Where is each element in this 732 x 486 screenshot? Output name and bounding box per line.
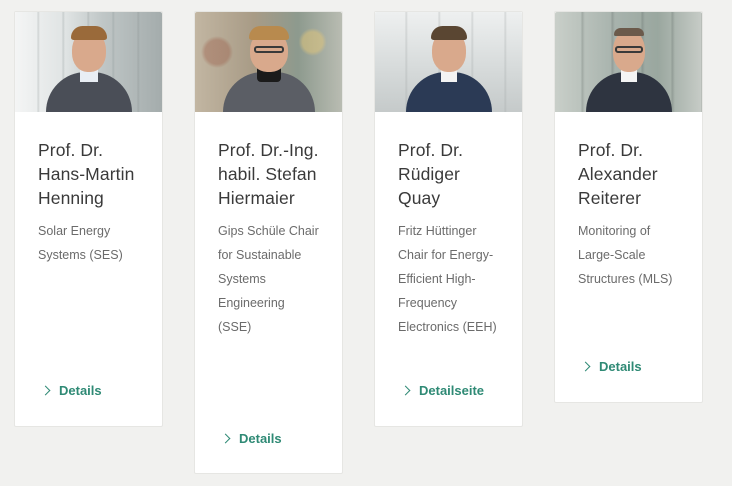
profile-description: Gips Schüle Chair for Sustainable System… — [218, 224, 319, 334]
details-link-label: Details — [59, 383, 102, 398]
profile-photo — [195, 12, 342, 112]
chevron-right-icon — [220, 433, 231, 444]
profile-photo — [375, 12, 522, 112]
profile-description: Monitoring of Large-Scale Structures (ML… — [578, 224, 673, 286]
chevron-right-icon — [580, 361, 591, 372]
profile-card: Prof. Dr. Hans-Martin Henning Solar Ener… — [14, 11, 163, 427]
chevron-right-icon — [40, 385, 51, 396]
profile-card: Prof. Dr. Rüdiger Quay Fritz Hüttinger C… — [374, 11, 523, 427]
details-link[interactable]: Details — [40, 383, 102, 398]
details-link[interactable]: Details — [220, 431, 282, 446]
profile-photo — [15, 12, 162, 112]
profile-card: Prof. Dr.-Ing. habil. Stefan Hiermaier G… — [194, 11, 343, 474]
details-link-label: Details — [239, 431, 282, 446]
profile-name: Prof. Dr. Alexander Reiterer — [578, 140, 658, 208]
details-link-label: Details — [599, 359, 642, 374]
details-link-label: Detailseite — [419, 383, 485, 398]
details-link[interactable]: Details — [580, 359, 642, 374]
profile-description: Fritz Hüttinger Chair for Energy-Efficie… — [398, 224, 497, 334]
profile-name: Prof. Dr.-Ing. habil. Stefan Hiermaier — [218, 140, 319, 208]
profile-photo — [555, 12, 702, 112]
profile-name: Prof. Dr. Rüdiger Quay — [398, 140, 464, 208]
profile-name: Prof. Dr. Hans-Martin Henning — [38, 140, 135, 208]
details-link[interactable]: Detailseite — [400, 383, 485, 398]
profile-card: Prof. Dr. Alexander Reiterer Monitoring … — [554, 11, 703, 403]
profile-description: Solar Energy Systems (SES) — [38, 224, 123, 262]
chevron-right-icon — [400, 385, 411, 396]
